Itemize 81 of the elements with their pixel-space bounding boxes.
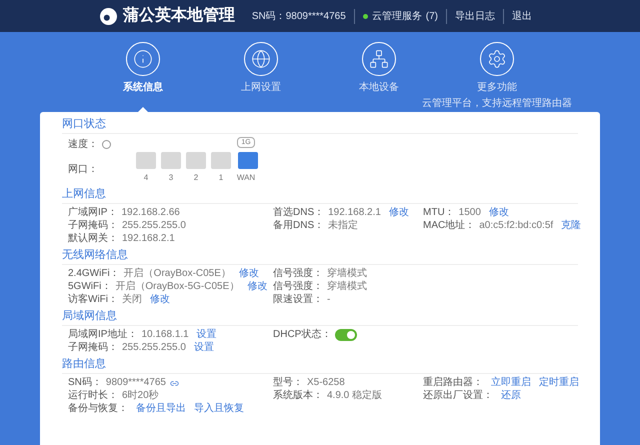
field-label: DHCP状态： (273, 329, 332, 341)
section-title: 路由信息 (62, 358, 578, 374)
info-icon (133, 49, 153, 69)
field-value: - (327, 294, 330, 306)
field-label: 系统版本： (273, 390, 323, 402)
port-label: 2 (194, 172, 198, 184)
settings-icon (487, 49, 507, 69)
field-value: 192.168.2.66 (121, 207, 180, 219)
field-label: 限速设置： (273, 294, 323, 306)
logo-icon (100, 8, 117, 24)
field-label: 备用DNS： (273, 220, 324, 232)
field-value: 穿墙模式 (327, 281, 367, 293)
field-value: 255.255.255.0 (122, 220, 186, 232)
port-label: 4 (144, 172, 148, 184)
field-label: MTU： (423, 207, 455, 219)
action-link[interactable]: 修改 (247, 281, 268, 293)
app-title: 蒲公英本地管理 (123, 6, 235, 26)
field-value: 开启（OrayBox-C05E） (124, 268, 231, 280)
field-value: 6时20秒 (122, 390, 159, 402)
field-label: 还原出厂设置： (423, 390, 493, 402)
toggle-switch[interactable] (335, 329, 358, 341)
field-label: 广域网IP： (68, 207, 118, 219)
field-label: 访客WiFi： (68, 294, 118, 306)
action-link[interactable]: 立即重启 (491, 377, 531, 389)
section-title: 局域网信息 (62, 310, 578, 326)
field-value: 192.168.2.1 (122, 233, 175, 245)
field-label: 型号： (273, 377, 303, 389)
port-label: 3 (168, 172, 174, 184)
field-label: 信号强度： (273, 281, 323, 293)
field-label: 局域网IP地址： (68, 329, 138, 341)
network-icon (369, 49, 389, 69)
section-title: 上网信息 (62, 188, 578, 204)
speed-label: 速度： (68, 138, 98, 152)
field-label: 重启路由器： (423, 377, 483, 389)
field-value: 穿墙模式 (327, 268, 367, 280)
action-link[interactable]: 备份且导出 (136, 403, 186, 415)
action-link[interactable]: 设置 (194, 342, 214, 354)
field-label: 2.4GWiFi： (68, 268, 120, 280)
action-link[interactable]: 修改 (150, 294, 170, 306)
service-count: (7) (426, 10, 438, 24)
action-link[interactable]: 修改 (388, 207, 409, 219)
field-label: 首选DNS： (273, 207, 324, 219)
cloud-service-link[interactable]: 云管理服务 (372, 8, 422, 24)
section-title: 网口状态 (62, 118, 578, 134)
action-link[interactable]: 还原 (501, 390, 521, 402)
field-label: 5GWiFi： (68, 281, 112, 293)
nav-subtitle: 云管理平台，支持远程管理路由器 (422, 96, 572, 111)
field-label: 备份与恢复： (68, 403, 128, 415)
field-value: 未指定 (328, 220, 358, 232)
ports-label: 网口： (68, 163, 99, 177)
field-label: 子网掩码： (68, 220, 118, 232)
header-link[interactable]: 导出日志 (447, 8, 504, 24)
action-link[interactable]: 导入且恢复 (194, 403, 244, 415)
field-label: MAC地址： (423, 220, 476, 232)
port-label: 1 (218, 172, 224, 184)
field-label: 信号强度： (273, 268, 323, 280)
action-link[interactable]: 设置 (196, 329, 217, 341)
link-icon[interactable] (170, 378, 179, 388)
serial-number: SN码：9809****4765 (252, 8, 355, 24)
field-value: 192.168.2.1 (328, 207, 381, 219)
action-link[interactable]: 克隆 (561, 220, 582, 232)
action-link[interactable]: 修改 (238, 268, 259, 280)
field-value: 4.9.0 稳定版 (327, 390, 382, 402)
field-label: 子网掩码： (68, 342, 118, 354)
field-value: 10.168.1.1 (141, 329, 189, 341)
field-value: a0:c5:f2:bd:c0:5f (479, 220, 554, 232)
field-label: 默认网关： (68, 233, 118, 245)
globe-icon (251, 49, 271, 69)
field-value: 1500 (458, 207, 481, 219)
field-label: SN码： (68, 377, 102, 389)
field-value: X5-6258 (307, 377, 345, 389)
header-link[interactable]: 退出 (504, 8, 540, 24)
action-link[interactable]: 定时重启 (539, 377, 579, 389)
field-value: 关闭 (122, 294, 142, 306)
field-value: 255.255.255.0 (122, 342, 186, 354)
field-value: 开启（OrayBox-5G-C05E） (115, 281, 240, 293)
field-label: 运行时长： (68, 390, 118, 402)
action-link[interactable]: 修改 (488, 207, 509, 219)
section-title: 无线网络信息 (62, 249, 578, 265)
field-value: 9809****4765 (106, 377, 166, 389)
port-label: WAN (236, 172, 256, 184)
